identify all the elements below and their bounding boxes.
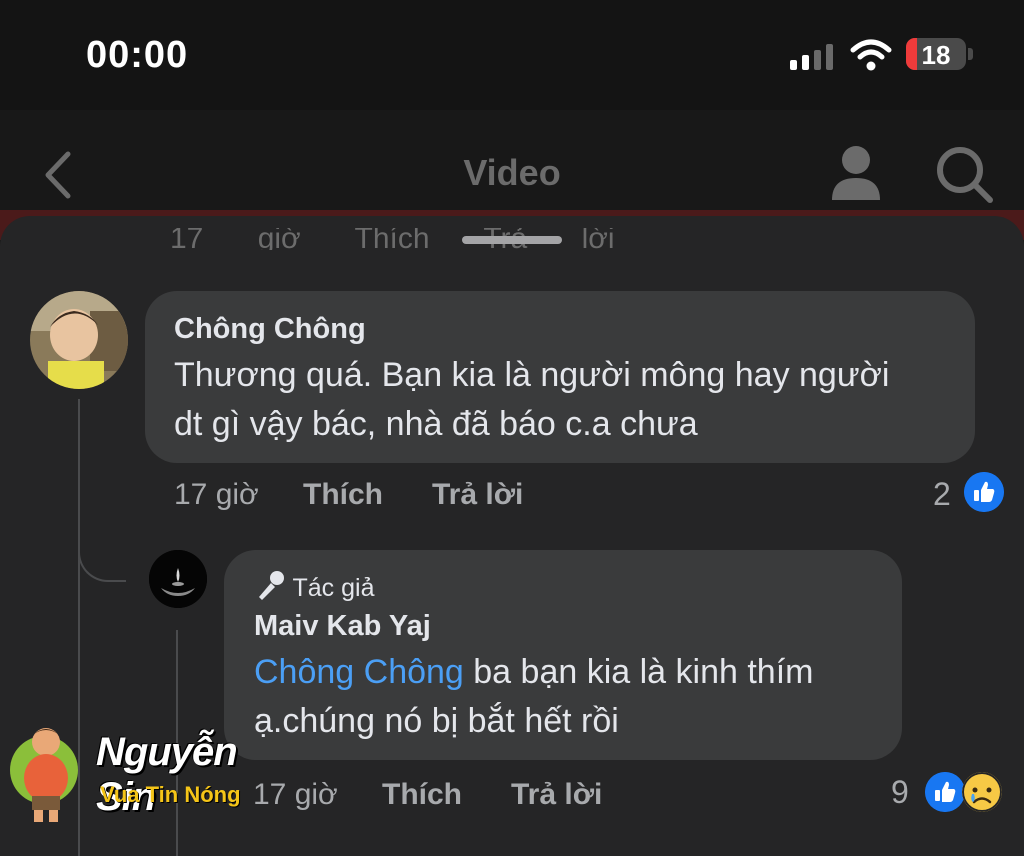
- cellular-signal-icon: [790, 44, 833, 70]
- sheet-drag-handle[interactable]: [462, 236, 562, 244]
- avatar[interactable]: [30, 291, 128, 389]
- comment-text-line: dt gì vậy bác, nhà đã báo c.a chưa: [174, 405, 698, 443]
- like-icon: [964, 472, 1004, 512]
- battery-level: 18: [921, 40, 951, 70]
- author-badge-label: Tác giả: [292, 574, 375, 602]
- search-icon[interactable]: [934, 144, 994, 204]
- comment-time: 17 giờ: [174, 478, 259, 511]
- comment-text: Thương quá. Bạn kia là người mông hay ng…: [174, 351, 889, 449]
- watermark-tagline: Vua Tin Nóng: [100, 782, 241, 807]
- avatar[interactable]: [149, 550, 207, 608]
- comment-text-line: Thương quá. Bạn kia là người mông hay ng…: [174, 356, 890, 394]
- wifi-icon: [850, 39, 892, 71]
- reply-button[interactable]: Trả lời: [432, 478, 523, 512]
- status-bar: 00:00 18: [0, 0, 1024, 110]
- battery-indicator: 18: [906, 38, 966, 70]
- sad-icon: [962, 772, 1002, 812]
- reaction-count[interactable]: 9: [891, 774, 909, 811]
- avatar-photo: [30, 291, 128, 389]
- like-button[interactable]: Thích: [303, 478, 383, 512]
- mention-link[interactable]: Chông Chông: [254, 653, 464, 691]
- profile-icon[interactable]: [830, 144, 882, 202]
- battery-tip: [968, 48, 973, 60]
- reaction-count[interactable]: 2: [933, 476, 951, 513]
- comment-text-fragment: ba bạn kia là kinh thím: [463, 653, 814, 691]
- avatar-photo: [149, 550, 207, 608]
- comment-text-line: ạ.chúng nó bị bắt hết rồi: [254, 702, 619, 740]
- comment-text-line: Chông Chông ba bạn kia là kinh thím: [254, 648, 813, 697]
- status-time: 00:00: [86, 34, 189, 76]
- reply-bubble[interactable]: Tác giả Maiv Kab Yaj Chông Chông ba bạn …: [224, 550, 902, 760]
- microphone-icon: [259, 571, 284, 600]
- like-button[interactable]: Thích: [382, 778, 462, 812]
- reply-button[interactable]: Trả lời: [511, 778, 602, 812]
- comment-text: Chông Chông ba bạn kia là kinh thím ạ.ch…: [254, 648, 813, 746]
- nav-bar: Video: [0, 110, 1024, 222]
- like-icon: [925, 772, 965, 812]
- watermark-logo: Nguyễn Sin Vua Tin Nóng: [8, 720, 268, 826]
- thread-connector: [78, 516, 126, 582]
- comment-author[interactable]: Maiv Kab Yaj: [254, 610, 431, 643]
- comment-bubble[interactable]: Chông Chông Thương quá. Bạn kia là người…: [145, 291, 975, 463]
- mascot-icon: [10, 728, 78, 822]
- author-badge: Tác giả: [254, 570, 374, 603]
- comment-author[interactable]: Chông Chông: [174, 313, 366, 346]
